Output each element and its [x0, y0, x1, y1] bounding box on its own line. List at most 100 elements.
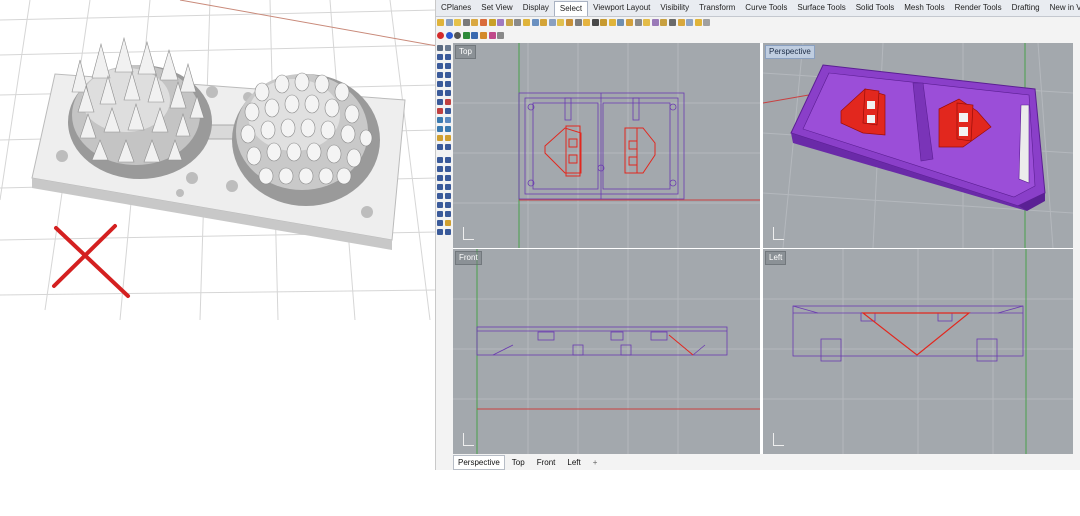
ground-plane-icon[interactable] — [497, 31, 505, 39]
ellipse-icon[interactable] — [437, 81, 443, 87]
extrude-icon[interactable] — [445, 117, 451, 123]
select-dimensions-icon[interactable] — [540, 18, 548, 26]
viewport-tab-perspective[interactable]: Perspective — [453, 454, 505, 470]
viewport-tab-left[interactable]: Left — [562, 455, 585, 470]
tab-render-tools[interactable]: Render Tools — [950, 1, 1007, 15]
extend-icon[interactable] — [437, 99, 443, 105]
surface-icon[interactable] — [437, 117, 443, 123]
polyline-icon[interactable] — [437, 54, 443, 60]
select-crossing-icon[interactable] — [686, 18, 694, 26]
viewport-label-top[interactable]: Top — [455, 45, 476, 59]
select-annotations-icon[interactable] — [531, 18, 539, 26]
select-by-color-icon[interactable] — [574, 18, 582, 26]
select-lasso-icon[interactable] — [694, 18, 702, 26]
viewport-left[interactable]: Left — [763, 249, 1073, 454]
tab-new-in-v5[interactable]: New in V5 — [1045, 1, 1080, 15]
select-meshes-icon[interactable] — [505, 18, 513, 26]
properties-icon[interactable] — [445, 229, 451, 235]
material-icon[interactable] — [462, 31, 470, 39]
dimension-icon[interactable] — [437, 193, 443, 199]
add-viewport-button[interactable]: + — [588, 455, 603, 470]
texture-icon[interactable] — [488, 31, 496, 39]
tab-drafting[interactable]: Drafting — [1007, 1, 1045, 15]
arc-icon[interactable] — [445, 63, 451, 69]
pointer-icon[interactable] — [437, 45, 443, 51]
check-icon[interactable] — [445, 211, 451, 217]
split-icon[interactable] — [437, 108, 443, 114]
tab-solid-tools[interactable]: Solid Tools — [851, 1, 900, 15]
viewport-tab-front[interactable]: Front — [532, 455, 561, 470]
scale-icon[interactable] — [445, 175, 451, 181]
select-closed-curves-icon[interactable] — [608, 18, 616, 26]
tab-cplanes[interactable]: CPlanes — [436, 1, 476, 15]
text-icon[interactable] — [445, 193, 451, 199]
select-hidden-icon[interactable] — [651, 18, 659, 26]
select-visible-icon[interactable] — [643, 18, 651, 26]
viewport-top[interactable]: Top — [453, 43, 760, 248]
lights-icon[interactable] — [479, 31, 487, 39]
tab-transform[interactable]: Transform — [694, 1, 740, 15]
tab-select[interactable]: Select — [553, 0, 589, 16]
select-locked-icon[interactable] — [660, 18, 668, 26]
curve-icon[interactable] — [445, 54, 451, 60]
invert-selection-icon[interactable] — [454, 18, 462, 26]
tab-set-view[interactable]: Set View — [476, 1, 517, 15]
viewport-label-left[interactable]: Left — [765, 251, 787, 265]
viewport-tab-top[interactable]: Top — [507, 455, 530, 470]
select-open-curves-icon[interactable] — [600, 18, 608, 26]
select-curves-icon[interactable] — [479, 18, 487, 26]
trim-icon[interactable] — [445, 99, 451, 105]
select-hatches-icon[interactable] — [548, 18, 556, 26]
viewport-perspective[interactable]: Perspective — [763, 43, 1073, 248]
polygon-icon[interactable] — [445, 72, 451, 78]
shaded-view-icon[interactable] — [454, 31, 462, 39]
cone-icon[interactable] — [445, 144, 451, 150]
rendered-view-icon[interactable] — [445, 31, 453, 39]
select-filter-icon[interactable] — [703, 18, 711, 26]
tab-surface-tools[interactable]: Surface Tools — [792, 1, 850, 15]
select-all-icon[interactable] — [437, 18, 444, 26]
tab-curve-tools[interactable]: Curve Tools — [740, 1, 792, 15]
move-icon[interactable] — [437, 166, 443, 172]
select-last-icon[interactable] — [462, 18, 470, 26]
select-blocks-icon[interactable] — [522, 18, 530, 26]
tab-display[interactable]: Display — [518, 1, 554, 15]
select-points-icon[interactable] — [471, 18, 479, 26]
layer-icon[interactable] — [445, 202, 451, 208]
select-by-name-icon[interactable] — [591, 18, 599, 26]
tab-visibility[interactable]: Visibility — [655, 1, 694, 15]
select-duplicates-icon[interactable] — [617, 18, 625, 26]
array-icon[interactable] — [445, 184, 451, 190]
tab-mesh-tools[interactable]: Mesh Tools — [899, 1, 949, 15]
freeform-icon[interactable] — [445, 81, 451, 87]
tab-viewport-layout[interactable]: Viewport Layout — [588, 1, 655, 15]
select-groups-icon[interactable] — [565, 18, 573, 26]
select-bad-objects-icon[interactable] — [626, 18, 634, 26]
boolean-union-icon[interactable] — [437, 157, 443, 163]
analyze-icon[interactable] — [437, 211, 443, 217]
history-icon[interactable] — [437, 229, 443, 235]
offset-curve-icon[interactable] — [445, 90, 451, 96]
point-icon[interactable] — [445, 45, 451, 51]
select-surfaces-icon[interactable] — [488, 18, 496, 26]
select-small-objects-icon[interactable] — [634, 18, 642, 26]
render-mesh-icon[interactable] — [445, 220, 451, 226]
select-lights-icon[interactable] — [514, 18, 522, 26]
join-icon[interactable] — [445, 108, 451, 114]
hatch-icon[interactable] — [437, 202, 443, 208]
viewport-label-front[interactable]: Front — [455, 251, 482, 265]
sweep-icon[interactable] — [445, 126, 451, 132]
sphere-icon[interactable] — [445, 135, 451, 141]
cylinder-icon[interactable] — [437, 144, 443, 150]
circle-icon[interactable] — [437, 63, 443, 69]
boolean-difference-icon[interactable] — [445, 157, 451, 163]
loft-icon[interactable] — [437, 126, 443, 132]
mesh-icon[interactable] — [437, 220, 443, 226]
box-icon[interactable] — [437, 135, 443, 141]
rotate-icon[interactable] — [437, 175, 443, 181]
select-text-icon[interactable] — [557, 18, 565, 26]
select-window-icon[interactable] — [677, 18, 685, 26]
copy-icon[interactable] — [445, 166, 451, 172]
select-control-points-icon[interactable] — [669, 18, 677, 26]
mirror-icon[interactable] — [437, 184, 443, 190]
